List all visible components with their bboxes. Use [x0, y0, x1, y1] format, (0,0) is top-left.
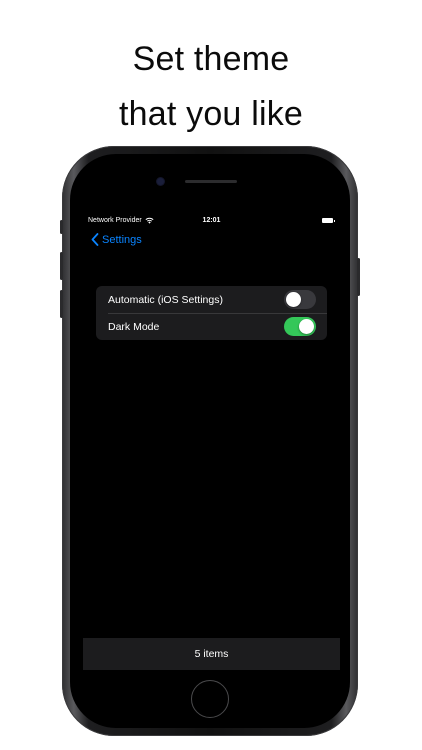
status-time: 12:01 — [202, 217, 221, 224]
back-button-label: Settings — [102, 233, 142, 246]
earpiece-speaker — [185, 180, 237, 183]
dark-mode-toggle[interactable] — [284, 317, 316, 336]
toggle-knob — [286, 292, 301, 307]
setting-label-automatic: Automatic (iOS Settings) — [108, 293, 223, 306]
setting-row-automatic: Automatic (iOS Settings) — [96, 286, 327, 313]
power-button — [357, 258, 360, 296]
items-count-label: 5 items — [194, 648, 229, 660]
chevron-left-icon — [91, 233, 99, 246]
theme-settings-group: Automatic (iOS Settings) Dark Mode — [96, 286, 327, 340]
status-bar: Network Provider 12:01 — [83, 213, 340, 229]
back-button[interactable]: Settings — [91, 233, 142, 246]
headline-line-2: that you like — [118, 95, 304, 133]
front-camera — [157, 178, 164, 185]
volume-up-button — [60, 252, 63, 280]
mute-switch — [60, 220, 63, 234]
volume-down-button — [60, 290, 63, 318]
toggle-knob — [299, 319, 314, 334]
bottom-toolbar: 5 items — [83, 638, 340, 670]
phone-screen: Network Provider 12:01 Settings Automati… — [83, 213, 340, 670]
home-button[interactable] — [191, 680, 229, 718]
headline-line-1: Set theme — [132, 40, 290, 78]
automatic-toggle[interactable] — [284, 290, 316, 309]
battery-icon — [322, 218, 335, 223]
setting-label-dark-mode: Dark Mode — [108, 320, 160, 333]
setting-row-dark-mode: Dark Mode — [96, 313, 327, 340]
